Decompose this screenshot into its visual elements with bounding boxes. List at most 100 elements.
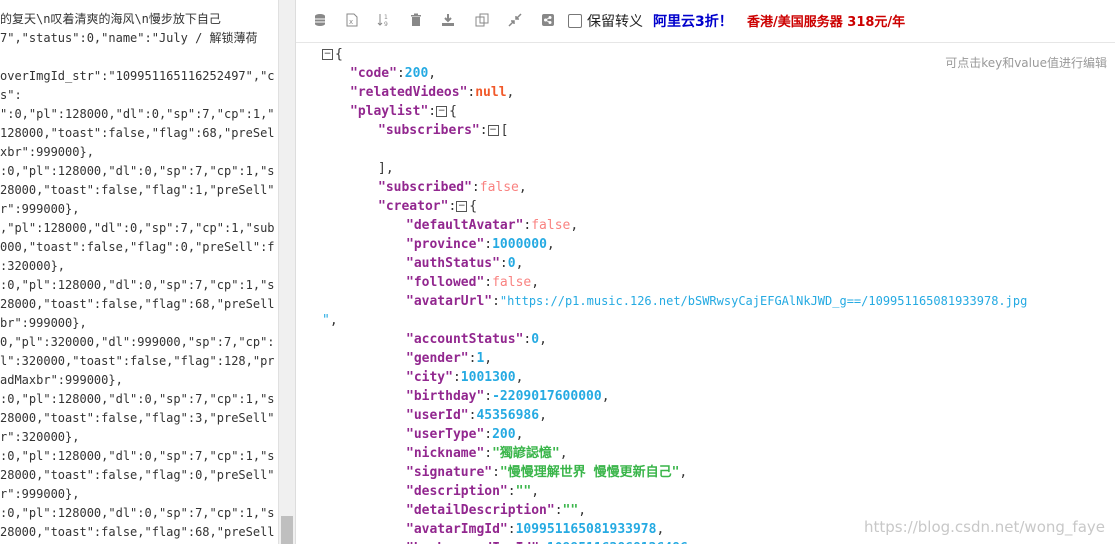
json-row-authStatus: "authStatus":0, <box>406 256 524 271</box>
json-value[interactable]: "" <box>516 484 532 499</box>
json-value[interactable]: -2209017600000 <box>492 389 602 404</box>
json-value[interactable]: false <box>531 218 570 233</box>
raw-json-line: 28000,"toast":false,"flag":0,"preSell" <box>0 468 275 482</box>
raw-json-line: r":320000}, <box>0 430 80 444</box>
raw-json-pane[interactable]: 的复天\n叹着清爽的海风\n慢步放下自己 7","status":0,"name"… <box>0 0 278 544</box>
raw-json-line: 000,"toast":false,"flag":0,"preSell":f <box>0 240 275 254</box>
json-key[interactable]: "signature" <box>406 465 492 480</box>
json-key[interactable]: "city" <box>406 370 453 385</box>
json-key[interactable]: "province" <box>406 237 484 252</box>
json-row-subscribed: "subscribed":false, <box>378 180 527 195</box>
copy-icon[interactable] <box>474 13 490 29</box>
json-row-city: "city":1001300, <box>406 370 524 385</box>
json-key[interactable]: "subscribed" <box>378 180 472 195</box>
server-ad-link[interactable]: 香港/美国服务器 318元/年 <box>747 11 905 30</box>
json-key[interactable]: "userId" <box>406 408 469 423</box>
json-row-nickname: "nickname":"獨諺誋憶", <box>406 446 568 461</box>
json-row-avatarImgId: "avatarImgId":109951165081933978, <box>406 522 665 537</box>
svg-text:9: 9 <box>384 21 388 27</box>
root-node: −{ <box>322 47 343 62</box>
raw-json-line: 7","status":0,"name":"July / 解锁薄荷 <box>0 31 258 45</box>
json-row-avatarUrl-tail: ", <box>322 313 338 328</box>
json-key[interactable]: "defaultAvatar" <box>406 218 523 233</box>
json-key[interactable]: "authStatus" <box>406 256 500 271</box>
keep-escape-label[interactable]: 保留转义 <box>587 11 643 31</box>
json-value[interactable]: "獨諺誋憶" <box>492 446 560 461</box>
svg-text:x: x <box>349 18 353 26</box>
json-value[interactable]: null <box>475 85 506 100</box>
json-key[interactable]: "gender" <box>406 351 469 366</box>
raw-json-line: ":0,"pl":128000,"dl":0,"sp":7,"cp":1," <box>0 107 275 121</box>
collapse-toggle[interactable]: − <box>456 201 468 212</box>
json-value[interactable]: 1000000 <box>492 237 547 252</box>
json-row-relatedVideos: "relatedVideos":null, <box>350 85 515 100</box>
compress-icon[interactable] <box>507 13 523 29</box>
trash-icon[interactable] <box>408 13 424 29</box>
json-value[interactable]: 109951165081933978 <box>516 522 657 537</box>
scrollbar-thumb[interactable] <box>281 516 293 544</box>
raw-json-line: :0,"pl":128000,"dl":0,"sp":7,"cp":1,"s <box>0 449 275 463</box>
raw-json-line: :0,"pl":128000,"dl":0,"sp":7,"cp":1,"s <box>0 164 275 178</box>
json-key[interactable]: "relatedVideos" <box>350 85 467 100</box>
raw-json-line: adMaxbr":999000}, <box>0 373 123 387</box>
share-icon[interactable] <box>540 13 556 29</box>
json-value-tail: " <box>322 313 330 328</box>
raw-json-line: :0,"pl":128000,"dl":0,"sp":7,"cp":1,"s <box>0 278 275 292</box>
raw-json-line: l":320000,"toast":false,"flag":128,"pr <box>0 354 275 368</box>
json-value[interactable]: 0 <box>531 332 539 347</box>
collapse-toggle[interactable]: − <box>322 49 333 60</box>
toolbar: x 19 保留转义 阿里云3折！ 香港/美国服务器 318元/年 <box>296 0 1115 43</box>
json-row-description: "description":"", <box>406 484 540 499</box>
json-key[interactable]: "accountStatus" <box>406 332 523 347</box>
json-key[interactable]: "code" <box>350 66 397 81</box>
json-row-gender: "gender":1, <box>406 351 493 366</box>
raw-json-line: s": <box>0 88 22 102</box>
raw-json-line: 128000,"toast":false,"flag":68,"preSel <box>0 126 275 140</box>
raw-json-line: r":999000}, <box>0 202 80 216</box>
raw-json-line: 28000,"toast":false,"flag":68,"preSell <box>0 297 275 311</box>
json-row-userType: "userType":200, <box>406 427 524 442</box>
json-key[interactable]: "playlist" <box>350 104 428 119</box>
keep-escape-checkbox[interactable] <box>568 14 582 28</box>
json-array-close: ], <box>378 161 394 176</box>
json-key[interactable]: "creator" <box>378 199 448 214</box>
left-scrollbar[interactable] <box>278 0 296 544</box>
json-key[interactable]: "avatarUrl" <box>406 294 492 309</box>
json-value[interactable]: 200 <box>405 66 428 81</box>
raw-json-line: :320000}, <box>0 259 66 273</box>
raw-json-line: r":999000}, <box>0 487 80 501</box>
json-value[interactable]: "" <box>563 503 579 518</box>
json-key[interactable]: "followed" <box>406 275 484 290</box>
raw-json-line: br":999000}, <box>0 316 87 330</box>
database-icon[interactable] <box>312 13 328 29</box>
json-value[interactable]: false <box>492 275 531 290</box>
raw-json-line: 28000,"toast":false,"flag":1,"preSell" <box>0 183 275 197</box>
json-value[interactable]: "https://p1.music.126.net/bSWRwsyCajEFGA… <box>500 294 1027 308</box>
json-key[interactable]: "subscribers" <box>378 123 480 138</box>
aliyun-ad-link[interactable]: 阿里云3折！ <box>653 11 733 31</box>
json-key[interactable]: "userType" <box>406 427 484 442</box>
json-tree-viewer: −{ "code":200, "relatedVideos":null, "pl… <box>296 42 1115 544</box>
json-row-birthday: "birthday":-2209017600000, <box>406 389 610 404</box>
json-key[interactable]: "birthday" <box>406 389 484 404</box>
json-value[interactable]: 1001300 <box>461 370 516 385</box>
json-key[interactable]: "avatarImgId" <box>406 522 508 537</box>
raw-json-line: :0,"pl":128000,"dl":0,"sp":7,"cp":1,"s <box>0 506 275 520</box>
json-row-accountStatus: "accountStatus":0, <box>406 332 547 347</box>
json-row-partial: "backgroundImgId":109951162868126486 <box>406 539 688 544</box>
sort-icon[interactable]: 19 <box>376 13 392 29</box>
json-value[interactable]: "慢慢理解世界 慢慢更新自己" <box>500 465 679 480</box>
json-key[interactable]: "detailDescription" <box>406 503 555 518</box>
json-value[interactable]: false <box>480 180 519 195</box>
collapse-toggle[interactable]: − <box>487 125 499 136</box>
json-key[interactable]: "description" <box>406 484 508 499</box>
json-value[interactable]: 45356986 <box>476 408 539 423</box>
file-code-icon[interactable]: x <box>344 13 360 29</box>
raw-json-line <box>0 48 275 67</box>
json-value[interactable]: 0 <box>508 256 516 271</box>
json-value[interactable]: 200 <box>492 427 515 442</box>
json-key[interactable]: "nickname" <box>406 446 484 461</box>
json-row-subscribers: "subscribers": −[ <box>378 123 509 138</box>
collapse-toggle[interactable]: − <box>436 106 448 117</box>
download-icon[interactable] <box>440 13 456 29</box>
